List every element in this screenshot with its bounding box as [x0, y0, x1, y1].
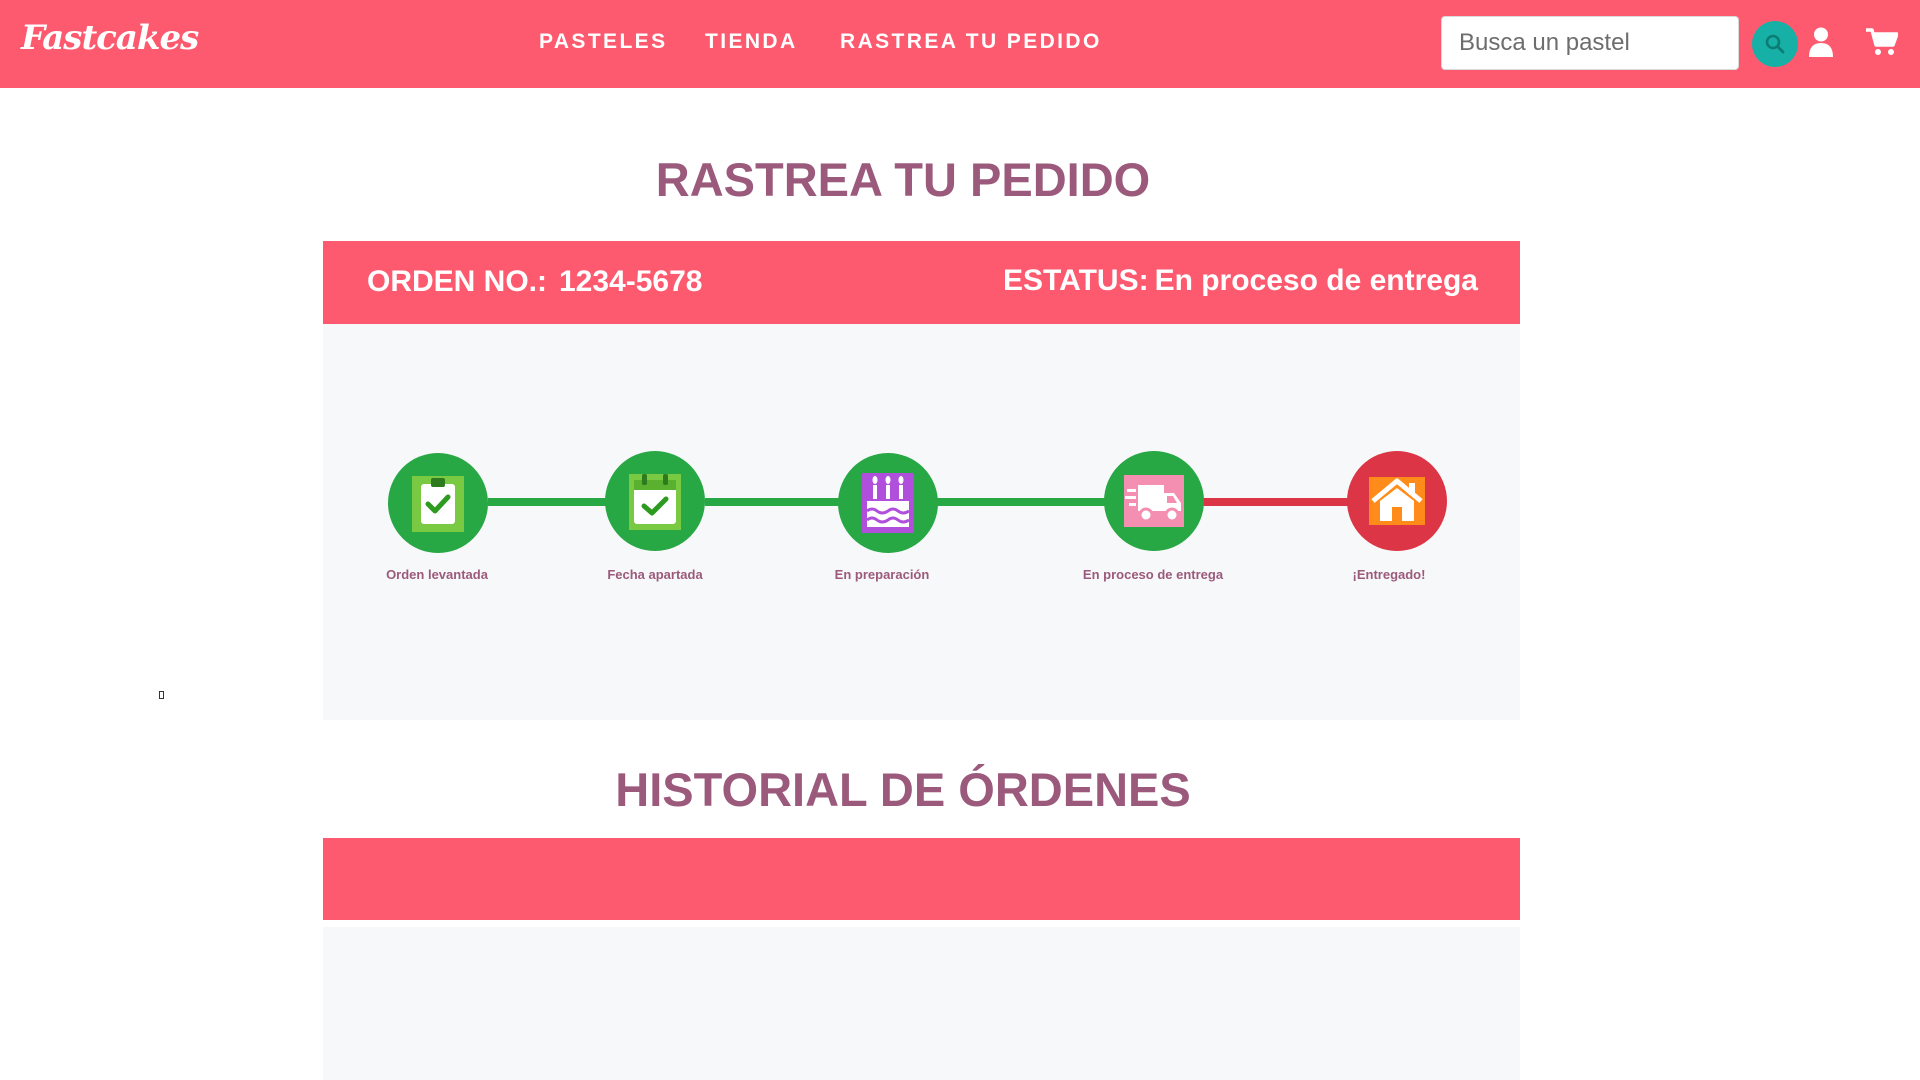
- order-label: ORDEN NO.:: [367, 265, 547, 298]
- site-logo[interactable]: Fastcakes: [21, 18, 199, 58]
- history-header-bar: [323, 838, 1520, 920]
- step-label-entregado: ¡Entregado!: [1352, 567, 1426, 582]
- progress-line-3: [937, 498, 1107, 506]
- status-label: ESTATUS:: [1003, 264, 1149, 297]
- step-circle-entregado: [1347, 451, 1447, 551]
- progress-line-2: [705, 498, 840, 506]
- nav-link-tienda[interactable]: TIENDA: [705, 30, 798, 54]
- step-label-en-proceso-de-entrega: En proceso de entrega: [1082, 567, 1224, 582]
- progress-line-1: [488, 498, 608, 506]
- nav-link-pasteles[interactable]: PASTELES: [539, 30, 668, 54]
- nav-link-rastrea[interactable]: RASTREA TU PEDIDO: [840, 30, 1102, 54]
- history-title: HISTORIAL DE ÓRDENES: [615, 763, 1191, 816]
- birthday-cake-icon: [862, 473, 914, 533]
- history-panel: [323, 927, 1520, 1080]
- search-input[interactable]: [1441, 16, 1739, 70]
- search-button[interactable]: [1752, 21, 1798, 67]
- order-header-bar: ORDEN NO.: 1234-5678 ESTATUS: En proceso d…: [323, 241, 1520, 324]
- page-title: RASTREA TU PEDIDO: [655, 153, 1151, 206]
- step-label-orden-levantada: Orden levantada: [386, 567, 488, 582]
- progress-line-4: [1202, 498, 1348, 506]
- order-info: ORDEN NO.: 1234-5678: [367, 265, 702, 299]
- step-circle-en-proceso-de-entrega: [1104, 451, 1204, 551]
- cart-icon[interactable]: [1866, 28, 1898, 56]
- navbar: Fastcakes PASTELES TIENDA RASTREA TU PED…: [0, 0, 1920, 88]
- step-label-fecha-apartada: Fecha apartada: [607, 567, 703, 582]
- clipboard-check-icon: [412, 476, 464, 532]
- delivery-truck-icon: [1124, 475, 1184, 527]
- status-value: En proceso de entrega: [1154, 264, 1478, 297]
- step-label-en-preparacion: En preparación: [834, 567, 930, 582]
- step-circle-en-preparacion: [838, 453, 938, 553]
- house-icon: [1369, 477, 1425, 525]
- calendar-check-icon: [629, 474, 681, 530]
- user-icon[interactable]: [1809, 27, 1833, 57]
- order-status: ESTATUS: En proceso de entrega: [1003, 264, 1478, 298]
- missing-glyph-box: [159, 691, 164, 699]
- step-circle-fecha-apartada: [605, 451, 705, 551]
- step-circle-orden-levantada: [388, 453, 488, 553]
- order-number: 1234-5678: [559, 265, 703, 298]
- search-icon: [1765, 34, 1785, 54]
